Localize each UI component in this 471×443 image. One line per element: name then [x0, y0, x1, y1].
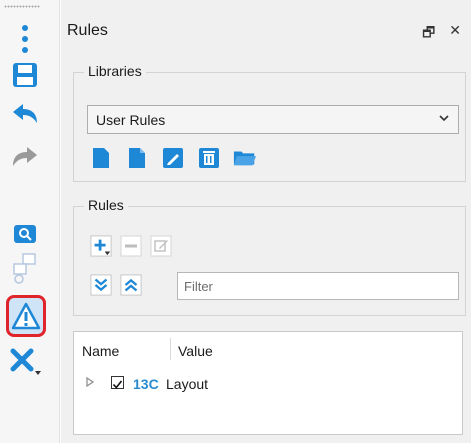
delete-icon[interactable] — [197, 146, 221, 170]
library-select-value: User Rules — [96, 111, 166, 128]
search-screen-icon[interactable] — [8, 217, 42, 251]
open-folder-icon[interactable] — [233, 146, 257, 170]
tools-icon[interactable] — [8, 345, 42, 379]
close-icon[interactable]: ✕ — [449, 22, 461, 46]
new-library-icon[interactable] — [89, 146, 113, 170]
hierarchy-icon[interactable] — [8, 252, 42, 286]
warning-icon[interactable] — [6, 295, 46, 337]
libraries-group: Libraries User Rules — [73, 63, 466, 182]
edit-icon[interactable] — [161, 146, 185, 170]
table-row[interactable]: 13C Layout — [74, 372, 462, 394]
library-select[interactable]: User Rules — [87, 105, 459, 134]
more-vertical-icon[interactable] — [8, 22, 42, 56]
filter-placeholder: Filter — [184, 278, 213, 294]
float-window-icon[interactable]: 🗗 — [422, 22, 435, 46]
new-file-icon[interactable] — [125, 146, 149, 170]
panel-title: Rules — [67, 22, 108, 39]
rule-value: Layout — [166, 376, 209, 392]
add-rule-icon[interactable] — [90, 235, 112, 257]
libraries-label: Libraries — [84, 63, 146, 79]
rule-checkbox[interactable] — [111, 376, 124, 389]
column-header-name[interactable]: Name — [82, 343, 119, 359]
column-header-value[interactable]: Value — [178, 343, 213, 359]
redo-icon[interactable] — [8, 140, 42, 174]
edit-rule-icon[interactable] — [150, 235, 172, 257]
vertical-toolbar — [0, 0, 60, 443]
rules-panel: Rules 🗗 ✕ Libraries User Rules Rules Fil… — [61, 0, 471, 443]
move-up-icon[interactable] — [120, 274, 142, 296]
save-icon[interactable] — [8, 58, 42, 92]
filter-input[interactable]: Filter — [177, 272, 459, 300]
rule-id: 13C — [133, 376, 159, 392]
chevron-down-icon — [439, 115, 449, 122]
rules-group: Rules Filter — [73, 197, 466, 316]
move-down-icon[interactable] — [90, 274, 112, 296]
rules-label: Rules — [84, 197, 128, 213]
remove-rule-icon[interactable] — [120, 235, 142, 257]
table-header: Name Value — [74, 332, 462, 364]
expand-arrow-icon[interactable] — [85, 376, 95, 388]
toolbar-grip[interactable] — [4, 5, 40, 8]
rules-table: Name Value 13C Layout — [73, 331, 463, 435]
checkmark-icon — [112, 380, 123, 389]
column-divider[interactable] — [170, 338, 171, 360]
undo-icon[interactable] — [8, 97, 42, 131]
